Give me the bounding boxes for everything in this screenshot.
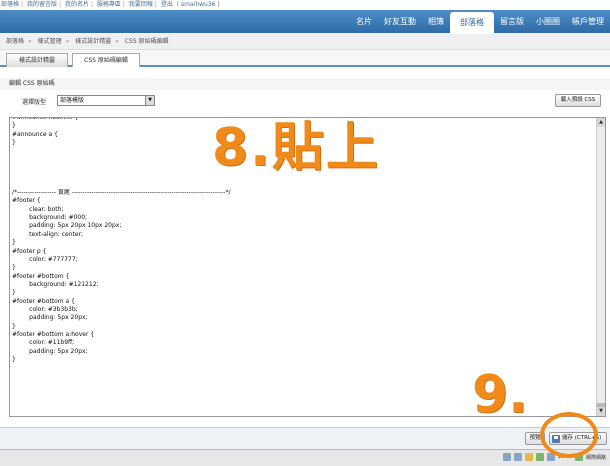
folder-icon <box>524 453 533 461</box>
breadcrumb-item-css-edit: CSS 原始碼編輯 <box>124 38 169 45</box>
top-link-guestbook[interactable]: 我的留言版 <box>27 1 57 8</box>
top-link-blog[interactable]: 部落格 <box>1 1 19 8</box>
addon-icon <box>535 453 544 461</box>
top-link-report[interactable]: 我要回報 <box>129 1 153 8</box>
top-username: ( smaihwu36 ) <box>176 1 220 8</box>
top-link-profile[interactable]: 我的名片 <box>65 1 89 8</box>
scroll-up-icon[interactable]: ▲ <box>597 118 605 127</box>
select-label: 選擇版型 <box>22 99 47 106</box>
breadcrumb-item-wizard[interactable]: 樣式設計精靈 <box>75 38 111 45</box>
chevron-down-icon[interactable]: ▼ <box>145 96 154 105</box>
template-select-value: 部落模版 <box>60 97 85 104</box>
nav-item-guestbook[interactable]: 留言版 <box>494 10 530 33</box>
main-navbar: 名片 好友互動 相簿 部落格 留言版 小圈圈 帳戶管理 <box>0 10 610 33</box>
load-default-css-button[interactable]: 載入預設 CSS <box>555 94 601 107</box>
nav-item-profile[interactable]: 名片 <box>350 10 378 33</box>
panel-title: 編輯 CSS 原始碼 <box>0 78 610 90</box>
nav-item-friends[interactable]: 好友互動 <box>378 10 422 33</box>
browser-status-bar: 100% 網際網路 <box>0 449 610 466</box>
nav-item-account[interactable]: 帳戶管理 <box>566 10 610 33</box>
annotation-step-8: 8.貼上 <box>212 118 380 178</box>
breadcrumb-item-style[interactable]: 樣式管理 <box>38 38 62 45</box>
editor-scrollbar[interactable]: ▲ ▼ <box>596 118 605 416</box>
nav-item-circles[interactable]: 小圈圈 <box>530 10 566 33</box>
network-icon <box>502 453 511 461</box>
breadcrumb: 部落格» 樣式管理» 樣式設計精靈» CSS 原始碼編輯 <box>0 34 610 50</box>
template-select[interactable]: 部落模版 ▼ <box>57 95 155 106</box>
nav-item-blog[interactable]: 部落格 <box>450 12 494 33</box>
breadcrumb-item-blog[interactable]: 部落格 <box>6 38 24 45</box>
top-link-logout[interactable]: 登出 <box>161 1 173 8</box>
action-bar: 預覽 儲存 (CTRL+S) <box>0 427 610 449</box>
scroll-down-icon[interactable]: ▼ <box>597 407 605 416</box>
tab-css-source[interactable]: CSS 原始碼編輯 <box>72 53 140 67</box>
annotation-step-9: 9. <box>472 365 528 425</box>
zone-text: 網際網路 <box>585 454 606 461</box>
tab-strip: 樣式設計精靈 CSS 原始碼編輯 <box>0 50 610 67</box>
top-link-service[interactable]: 服務專區 <box>97 1 121 8</box>
security-icon <box>513 453 522 461</box>
annotation-circle <box>540 412 598 458</box>
top-links-bar: 部落格 | 我的留言版 | 我的名片 | 服務專區 | 我要回報 | 登出 ( smaih… <box>0 0 610 10</box>
nav-item-album[interactable]: 相簿 <box>422 10 450 33</box>
tab-style-wizard[interactable]: 樣式設計精靈 <box>6 53 68 67</box>
